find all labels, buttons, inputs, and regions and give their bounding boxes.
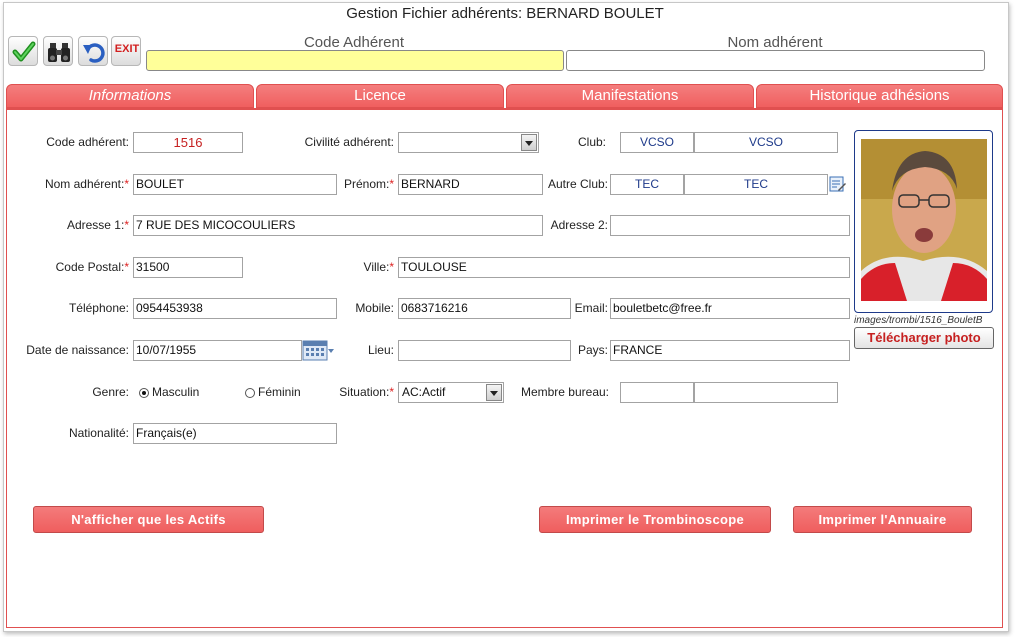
- autre-club-label: Autre Club:: [547, 177, 608, 191]
- mobile-label: Mobile:: [355, 301, 394, 315]
- date-naissance-label: Date de naissance:: [26, 343, 129, 357]
- exit-button[interactable]: EXIT: [111, 36, 141, 66]
- nom-label-text: Nom adhérent:: [44, 177, 125, 191]
- required-marker: *: [124, 218, 129, 232]
- undo-icon: [83, 43, 105, 63]
- genre-masculin-label: Masculin: [152, 385, 200, 399]
- exit-label: EXIT: [114, 43, 140, 55]
- nationalite-field[interactable]: Français(e): [133, 423, 337, 444]
- membre-bureau-name-field[interactable]: [694, 382, 838, 403]
- code-postal-label: Code Postal:*: [10, 257, 129, 278]
- code-adherent-label: Code adhérent:: [46, 135, 129, 149]
- nationalite-label: Nationalité:: [68, 426, 129, 440]
- genre-feminin-label: Féminin: [258, 385, 301, 399]
- nom-label: Nom adhérent:*: [10, 174, 129, 195]
- tab-historique-adhesions[interactable]: Historique adhésions: [756, 84, 1003, 108]
- nom-adherent-header-label: Nom adhérent: [727, 34, 823, 51]
- telephone-label: Téléphone:: [68, 301, 129, 315]
- member-photo: [861, 139, 987, 301]
- prenom-label-text: Prénom:: [343, 177, 390, 191]
- undo-button[interactable]: [78, 36, 108, 66]
- code-postal-field[interactable]: 31500: [133, 257, 243, 278]
- date-naissance-field[interactable]: 10/07/1955: [133, 340, 302, 361]
- ville-label-text: Ville:: [363, 260, 390, 274]
- upload-photo-button[interactable]: Télécharger photo: [854, 327, 994, 349]
- chevron-down-icon[interactable]: [486, 384, 502, 401]
- club-label: Club:: [577, 135, 606, 149]
- only-active-button[interactable]: N'afficher que les Actifs: [33, 506, 264, 533]
- tab-licence[interactable]: Licence: [256, 84, 504, 108]
- required-marker: *: [389, 177, 394, 191]
- adresse1-field[interactable]: 7 RUE DES MICOCOULIERS: [133, 215, 543, 236]
- adresse2-field[interactable]: [610, 215, 850, 236]
- print-annuaire-button[interactable]: Imprimer l'Annuaire: [793, 506, 972, 533]
- genre-feminin-radio[interactable]: [245, 388, 255, 398]
- prenom-field[interactable]: BERNARD: [398, 174, 543, 195]
- autre-club-name-field[interactable]: TEC: [684, 174, 828, 195]
- membre-bureau-code-field[interactable]: [620, 382, 694, 403]
- print-trombinoscope-button[interactable]: Imprimer le Trombinoscope: [539, 506, 771, 533]
- civilite-select[interactable]: [398, 132, 539, 153]
- genre-masculin-radio[interactable]: [139, 388, 149, 398]
- ville-label: Ville:*: [300, 257, 394, 278]
- member-photo-frame: [854, 130, 993, 313]
- mobile-field[interactable]: 0683716216: [398, 298, 571, 319]
- nom-adherent-search-input[interactable]: [566, 50, 985, 71]
- adresse1-label: Adresse 1:*: [10, 215, 129, 236]
- search-button[interactable]: [43, 36, 73, 66]
- checkmark-icon: [12, 41, 36, 62]
- lieu-field[interactable]: [398, 340, 571, 361]
- pays-label: Pays:: [577, 343, 608, 357]
- membre-bureau-label: Membre bureau:: [520, 385, 609, 399]
- situation-label-text: Situation:: [339, 385, 390, 399]
- tab-manifestations[interactable]: Manifestations: [506, 84, 754, 108]
- validate-button[interactable]: [8, 36, 38, 66]
- autre-club-code-field[interactable]: TEC: [610, 174, 684, 195]
- email-label: Email:: [574, 301, 608, 315]
- club-code-field[interactable]: VCSO: [620, 132, 694, 153]
- window-title: Gestion Fichier adhérents: BERNARD BOULE…: [346, 5, 664, 22]
- lieu-label: Lieu:: [367, 343, 394, 357]
- code-adherent-field[interactable]: 1516: [133, 132, 243, 153]
- ville-field[interactable]: TOULOUSE: [398, 257, 850, 278]
- required-marker: *: [389, 385, 394, 399]
- adresse1-label-text: Adresse 1:: [66, 218, 125, 232]
- required-marker: *: [124, 260, 129, 274]
- situation-value: AC:Actif: [402, 385, 446, 399]
- prenom-label: Prénom:*: [300, 174, 394, 195]
- required-marker: *: [389, 260, 394, 274]
- photo-path: images/trombi/1516_BouletB: [854, 315, 983, 326]
- required-marker: *: [124, 177, 129, 191]
- club-name-field[interactable]: VCSO: [694, 132, 838, 153]
- adresse2-label: Adresse 2:: [550, 218, 608, 232]
- code-postal-label-text: Code Postal:: [55, 260, 125, 274]
- tab-informations[interactable]: Informations: [6, 84, 254, 108]
- email-field[interactable]: bouletbetc@free.fr: [610, 298, 850, 319]
- edit-list-icon[interactable]: [829, 175, 847, 193]
- chevron-down-icon[interactable]: [521, 134, 537, 151]
- code-adherent-search-input[interactable]: [146, 50, 564, 71]
- situation-label: Situation:*: [300, 382, 394, 403]
- pays-field[interactable]: FRANCE: [610, 340, 850, 361]
- binoculars-icon: [48, 43, 70, 62]
- situation-select[interactable]: AC:Actif: [398, 382, 504, 403]
- genre-label: Genre:: [92, 385, 129, 399]
- civilite-label: Civilité adhérent:: [304, 135, 394, 149]
- code-adherent-header-label: Code Adhérent: [303, 34, 405, 51]
